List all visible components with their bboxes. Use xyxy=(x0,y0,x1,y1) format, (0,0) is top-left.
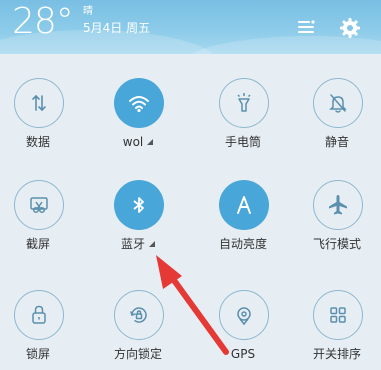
tile-wifi[interactable]: wol xyxy=(100,78,176,174)
expand-triangle-icon[interactable] xyxy=(149,241,155,247)
lock-icon xyxy=(14,290,64,340)
tile-flashlight[interactable]: 手电筒 xyxy=(205,78,281,174)
data-arrows-icon xyxy=(14,78,64,128)
tile-mute[interactable]: 静音 xyxy=(299,78,375,174)
date-text: 5月4日 周五 xyxy=(83,21,151,35)
tile-rotation-lock[interactable]: 方向锁定 xyxy=(100,290,176,370)
weather-condition: 晴 xyxy=(83,6,93,17)
tile-data[interactable]: 数据 xyxy=(0,78,76,174)
airplane-icon xyxy=(313,180,363,230)
wifi-icon xyxy=(114,78,164,128)
flashlight-icon xyxy=(219,78,269,128)
tile-label: 锁屏 xyxy=(25,347,50,361)
bluetooth-label: 蓝牙 xyxy=(120,237,145,251)
temperature: 28° xyxy=(12,1,74,42)
tile-label: GPS xyxy=(230,347,256,361)
gear-icon[interactable] xyxy=(339,17,361,39)
tile-auto-brightness[interactable]: 自动亮度 xyxy=(205,180,281,276)
tile-label: wol xyxy=(94,135,182,150)
auto-brightness-icon xyxy=(219,180,269,230)
tile-label: 手电筒 xyxy=(224,135,261,149)
edit-icon[interactable] xyxy=(295,17,317,39)
tile-label: 截屏 xyxy=(25,237,50,251)
tile-label: 飞行模式 xyxy=(312,237,361,251)
rotation-lock-icon xyxy=(114,290,164,340)
tile-bluetooth[interactable]: 蓝牙 xyxy=(100,180,176,276)
tile-label: 蓝牙 xyxy=(94,237,182,252)
status-header: 28° 晴 5月4日 周五 xyxy=(0,0,381,54)
bluetooth-icon xyxy=(114,180,164,230)
sort-grid-icon xyxy=(313,290,363,340)
mute-bell-icon xyxy=(313,78,363,128)
tile-gps[interactable]: GPS xyxy=(205,290,281,370)
tile-label: 静音 xyxy=(324,135,349,149)
tile-label: 方向锁定 xyxy=(113,347,162,361)
tile-screenshot[interactable]: 截屏 xyxy=(0,180,76,276)
wifi-network-name: wol xyxy=(122,135,144,149)
tile-lock-screen[interactable]: 锁屏 xyxy=(0,290,76,370)
tile-label: 数据 xyxy=(25,135,50,149)
scissors-icon xyxy=(14,180,64,230)
tile-label: 开关排序 xyxy=(312,347,361,361)
expand-triangle-icon[interactable] xyxy=(147,139,154,145)
tile-label: 自动亮度 xyxy=(218,237,267,251)
gps-icon xyxy=(219,290,269,340)
tile-sort-switches[interactable]: 开关排序 xyxy=(299,290,375,370)
tile-airplane-mode[interactable]: 飞行模式 xyxy=(299,180,375,276)
